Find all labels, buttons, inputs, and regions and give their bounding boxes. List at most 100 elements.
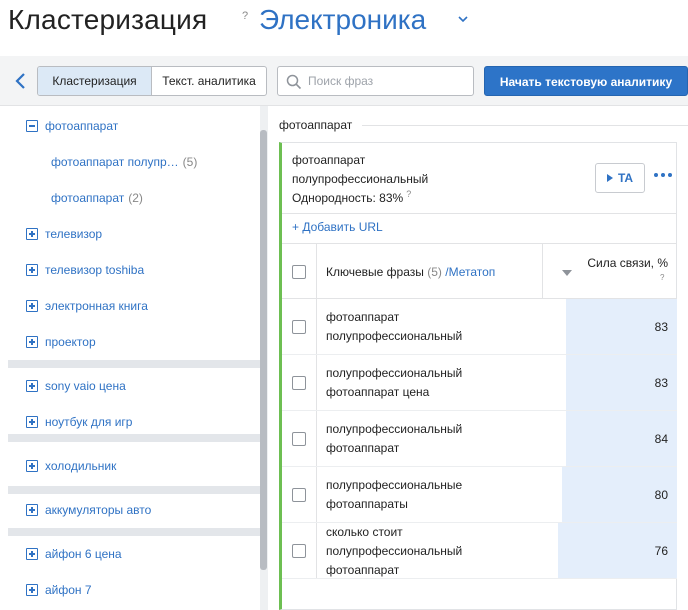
expand-icon[interactable] <box>26 300 38 312</box>
cluster-title-line: полупрофессиональный <box>292 172 429 186</box>
tab-text-analytics[interactable]: Текст. аналитика <box>152 67 266 95</box>
row-checkbox[interactable] <box>292 544 306 558</box>
table-row[interactable]: полупрофессиональные фотоаппараты 80 <box>282 467 677 523</box>
phrase-line: сколько стоит <box>326 525 403 539</box>
play-icon <box>606 174 613 182</box>
strength-value: 83 <box>654 376 668 390</box>
cluster-sidebar: фотоаппарат фотоаппарат полупр… (5) фотоа… <box>0 106 268 610</box>
phrase-text: полупрофессиональный фотоаппарат цена <box>326 364 536 402</box>
sidebar-item-cluster[interactable]: sony vaio цена <box>45 376 126 396</box>
sidebar-subitem-count: (5) <box>182 155 198 169</box>
breadcrumb: фотоаппарат <box>279 118 353 132</box>
sort-desc-icon[interactable] <box>562 270 572 276</box>
phrase-text: фотоаппарат полупрофессиональный <box>326 308 536 346</box>
phrase-line: фотоаппараты <box>326 497 408 511</box>
table-row[interactable]: полупрофессиональный фотоаппарат цена 83 <box>282 355 677 411</box>
phrase-text: полупрофессиональные фотоаппараты <box>326 476 536 514</box>
search-box <box>277 66 474 96</box>
phrase-line: фотоаппарат цена <box>326 385 430 399</box>
column-divider <box>542 244 543 298</box>
search-input[interactable] <box>308 72 468 90</box>
metatop-link[interactable]: /Метатоп <box>445 265 495 279</box>
chevron-down-icon[interactable] <box>458 14 468 24</box>
start-text-analytics-button[interactable]: Начать текстовую аналитику <box>484 66 688 96</box>
expand-icon[interactable] <box>26 228 38 240</box>
sidebar-item-cluster[interactable]: ноутбук для игр <box>45 412 132 432</box>
phrase-text: сколько стоит полупрофессиональный фотоапп… <box>326 523 536 580</box>
sidebar-item-cluster[interactable]: телевизор toshiba <box>45 260 144 280</box>
help-icon[interactable]: ? <box>660 273 664 282</box>
header-phrases-count: (5) <box>427 265 442 279</box>
phrase-line: полупрофессиональные <box>326 478 463 492</box>
homogeneity-value: Однородность: 83% <box>292 191 404 205</box>
sidebar-item-cluster[interactable]: айфон 7 <box>45 580 92 600</box>
sidebar-item-cluster[interactable]: айфон 6 цена <box>45 544 122 564</box>
column-divider <box>316 244 317 298</box>
sidebar-item-cluster[interactable]: холодильник <box>45 456 116 476</box>
sidebar-subitem[interactable]: фотоаппарат (2) <box>51 188 143 208</box>
expand-icon[interactable] <box>26 416 38 428</box>
column-divider <box>316 355 317 410</box>
homogeneity-label: Однородность: 83%? <box>292 189 411 205</box>
strength-value: 83 <box>654 320 668 334</box>
phrase-line: полупрофессиональный <box>326 366 463 380</box>
ta-button[interactable]: TA <box>595 163 645 193</box>
row-checkbox[interactable] <box>292 488 306 502</box>
column-divider <box>316 299 317 354</box>
project-selector[interactable]: Электроника <box>259 4 426 36</box>
cluster-title-line: фотоаппарат <box>292 153 366 167</box>
expand-icon[interactable] <box>26 264 38 276</box>
phrase-line: полупрофессиональный <box>326 422 463 436</box>
more-icon[interactable] <box>654 173 672 179</box>
sidebar-subitem-count: (2) <box>128 191 143 205</box>
phrase-text: полупрофессиональный фотоаппарат <box>326 420 536 458</box>
sidebar-divider <box>8 528 260 536</box>
help-icon[interactable]: ? <box>242 10 248 22</box>
row-checkbox[interactable] <box>292 320 306 334</box>
sidebar-item-cluster[interactable]: аккумуляторы авто <box>45 500 151 520</box>
column-divider <box>316 411 317 466</box>
row-checkbox[interactable] <box>292 376 306 390</box>
phrase-line: фотоаппарат <box>326 441 400 455</box>
row-checkbox[interactable] <box>292 432 306 446</box>
column-divider <box>316 467 317 522</box>
mode-switch: Кластеризация Текст. аналитика <box>37 66 267 96</box>
table-row[interactable]: сколько стоит полупрофессиональный фотоапп… <box>282 523 677 579</box>
collapse-icon[interactable] <box>26 120 38 132</box>
tab-clustering[interactable]: Кластеризация <box>38 67 152 95</box>
sidebar-item-cluster[interactable]: телевизор <box>45 224 102 244</box>
chevron-left-icon[interactable] <box>14 72 28 90</box>
help-icon[interactable]: ? <box>406 189 411 199</box>
sidebar-item-cluster[interactable]: электронная книга <box>45 296 148 316</box>
table-row[interactable]: полупрофессиональный фотоаппарат 84 <box>282 411 677 467</box>
expand-icon[interactable] <box>26 460 38 472</box>
add-url-link[interactable]: + Добавить URL <box>292 220 383 234</box>
sidebar-item-cluster[interactable]: проектор <box>45 332 96 352</box>
sidebar-divider <box>8 486 260 494</box>
column-divider <box>316 523 317 578</box>
header-phrases: Ключевые фразы (5) /Метатоп <box>326 265 495 279</box>
table-header: Ключевые фразы (5) /Метатоп Сила связи, … <box>282 243 677 299</box>
breadcrumb-divider <box>362 125 688 126</box>
table-row[interactable]: фотоаппарат полупрофессиональный 83 <box>282 299 677 355</box>
search-icon <box>286 74 302 90</box>
strength-value: 84 <box>654 432 668 446</box>
sidebar-subitem[interactable]: фотоаппарат полупр… (5) <box>51 152 197 172</box>
expand-icon[interactable] <box>26 548 38 560</box>
ta-button-label: TA <box>617 171 634 185</box>
expand-icon[interactable] <box>26 380 38 392</box>
expand-icon[interactable] <box>26 336 38 348</box>
header-strength[interactable]: Сила связи, % <box>572 256 668 270</box>
expand-icon[interactable] <box>26 504 38 516</box>
expand-icon[interactable] <box>26 584 38 596</box>
header-phrases-label: Ключевые фразы <box>326 265 424 279</box>
select-all-checkbox[interactable] <box>292 265 306 279</box>
sidebar-subitem-label: фотоаппарат <box>51 191 125 205</box>
sidebar-item-cluster[interactable]: фотоаппарат <box>45 116 118 136</box>
strength-value: 80 <box>654 488 668 502</box>
divider <box>282 213 677 214</box>
sidebar-divider <box>8 360 260 368</box>
phrase-line: полупрофессиональный <box>326 544 463 558</box>
sidebar-scrollbar-thumb[interactable] <box>260 130 267 570</box>
toolbar: Кластеризация Текст. аналитика Начать те… <box>0 56 688 106</box>
